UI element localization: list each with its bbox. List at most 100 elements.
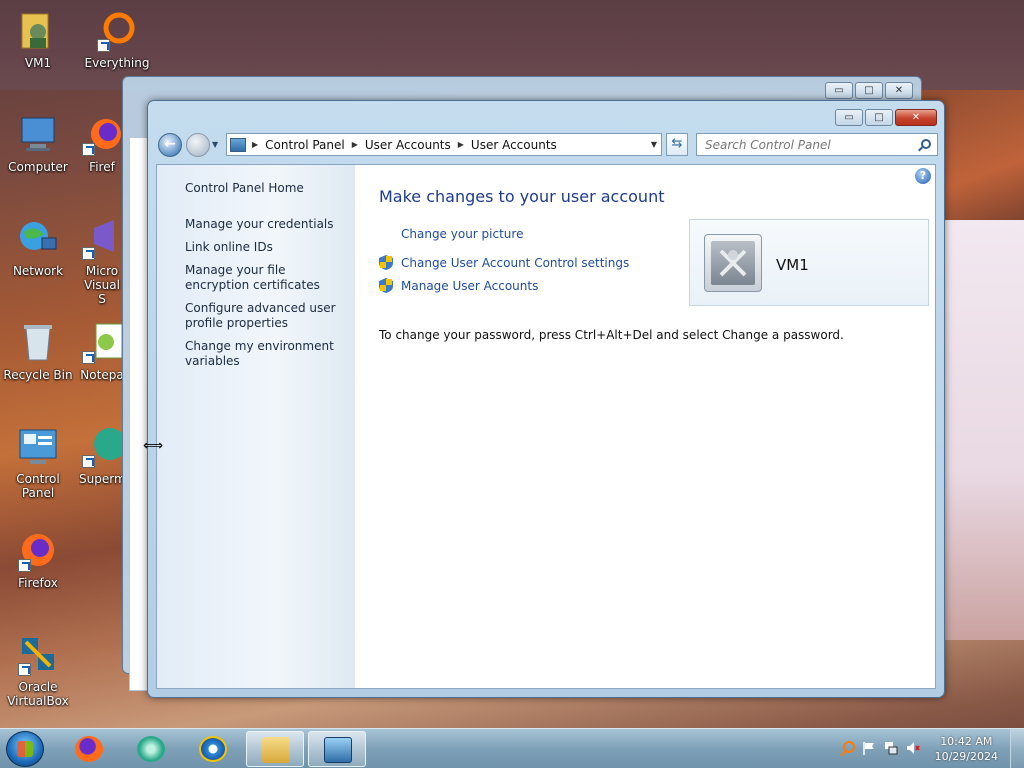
firefox-icon [16,528,60,572]
desktop-icon-computer[interactable]: Computer [0,112,76,174]
avatar [704,234,762,292]
maximize-button[interactable]: □ [865,109,893,126]
desktop-icon-label: Network [12,264,64,278]
breadcrumb-separator-icon[interactable]: ▶ [252,140,258,149]
taskbar: 10:42 AM 10/29/2024 [0,728,1024,768]
user-accounts-window[interactable]: ▭ □ ✕ ← ▼ ▶ Control Panel ▶ User Account… [147,100,945,698]
account-tile: VM1 [689,219,929,306]
shortcut-arrow-icon [82,247,95,260]
start-button[interactable] [6,731,44,767]
main-pane: ? Make changes to your user account Chan… [355,165,935,688]
breadcrumb-separator-icon[interactable]: ▶ [458,140,464,149]
desktop-icon-firefox[interactable]: Firefox [0,528,76,590]
shortcut-arrow-icon [82,143,95,156]
search-tray-icon[interactable] [840,741,855,757]
visual-studio-icon [80,216,124,260]
taskbar-app-orb[interactable] [122,731,180,767]
desktop-icon-label: Computer [8,160,68,174]
folder-icon [262,737,290,763]
desktop-icon-network[interactable]: Network [0,216,76,278]
search-icon[interactable] [921,139,931,149]
address-bar[interactable]: ▶ Control Panel ▶ User Accounts ▶ User A… [226,133,662,156]
breadcrumb-user-accounts[interactable]: User Accounts [365,138,451,152]
window-content: Control Panel Home Manage your credentia… [156,164,936,689]
manage-user-accounts-link[interactable]: Manage User Accounts [401,279,538,293]
desktop-icon-label: Control Panel [16,472,60,500]
recent-pages-arrow-icon[interactable]: ▼ [212,140,218,149]
search-input[interactable]: Search Control Panel [696,133,938,156]
desktop-icon-label: Oracle VirtualBox [7,680,69,708]
back-button[interactable]: ← [158,133,182,157]
close-button[interactable]: ✕ [895,109,937,126]
minimize-button[interactable]: ▭ [825,82,853,99]
resize-cursor-icon: ⟺ [143,438,164,454]
shortcut-arrow-icon [82,455,95,468]
breadcrumb-control-panel[interactable]: Control Panel [265,138,345,152]
desktop-icon-label: Notepa [80,368,124,382]
desktop-icon-recycle-bin[interactable]: Recycle Bin [0,320,76,382]
system-tray: 10:42 AM 10/29/2024 [834,729,1024,768]
left-nav-pane: Control Panel Home Manage your credentia… [157,165,355,688]
desktop-icon-control-panel[interactable]: Control Panel [0,424,76,500]
desktop-icon-label: Superm [79,472,125,486]
forward-button[interactable] [186,133,210,157]
clock-date: 10/29/2024 [934,750,998,763]
nav-link-online-ids[interactable]: Link online IDs [185,240,345,255]
volume-muted-icon[interactable] [906,741,920,755]
uac-settings-link[interactable]: Change User Account Control settings [401,256,629,270]
user-picture-icon [711,241,755,285]
clock[interactable]: 10:42 AM 10/29/2024 [935,734,998,764]
uac-shield-icon [379,255,393,270]
desktop-icon-label: VM1 [24,56,52,70]
nav-control-panel-home[interactable]: Control Panel Home [185,181,345,196]
breadcrumb-separator-icon[interactable]: ▶ [352,140,358,149]
show-desktop-button[interactable] [1010,729,1024,768]
uac-shield-icon [379,278,393,293]
breadcrumb-current[interactable]: User Accounts [471,138,557,152]
action-center-flag-icon[interactable] [862,741,876,755]
desktop-icon-notepad-partial[interactable]: Notepa [79,320,125,382]
desktop-icon-label: Firefox [18,576,58,590]
desktop-icon-superm-partial[interactable]: Superm [79,424,125,486]
shortcut-arrow-icon [82,351,95,364]
account-name: VM1 [776,256,809,274]
nav-manage-credentials[interactable]: Manage your credentials [185,217,345,232]
desktop-icon-label: Micro Visual S [84,264,120,306]
virtualbox-icon [16,632,60,676]
nav-file-encryption-certificates[interactable]: Manage your file encryption certificates [185,263,345,293]
address-dropdown-icon[interactable]: ▼ [651,140,657,149]
taskbar-firefox[interactable] [60,731,118,767]
app-orb-icon [80,424,125,468]
page-title: Make changes to your user account [379,187,665,206]
shortcut-arrow-icon [18,559,31,572]
background-window-content [129,137,149,691]
taskbar-internet-explorer[interactable] [184,731,242,767]
internet-explorer-icon [199,736,227,762]
close-button[interactable]: ✕ [885,82,913,99]
nav-advanced-profile-properties[interactable]: Configure advanced user profile properti… [185,301,345,331]
shortcut-arrow-icon [18,663,31,676]
minimize-button[interactable]: ▭ [835,109,863,126]
taskbar-explorer[interactable] [246,731,304,767]
computer-icon [16,112,60,156]
desktop-icon-virtualbox[interactable]: Oracle VirtualBox [0,632,76,708]
taskbar-control-panel[interactable] [308,731,366,767]
desktop-icon-visual-studio-partial[interactable]: Micro Visual S [79,216,125,306]
desktop-icon-everything[interactable]: Everything [79,8,155,70]
firefox-icon [80,112,124,156]
help-icon[interactable]: ? [915,168,931,184]
desktop-icon-firefox-partial[interactable]: Firef [79,112,125,174]
control-panel-icon [16,424,60,468]
maximize-button[interactable]: □ [855,82,883,99]
search-placeholder: Search Control Panel [705,138,831,152]
refresh-button[interactable]: ⇆ [666,133,688,156]
firefox-icon [75,736,103,762]
control-panel-icon [324,737,352,763]
recycle-bin-icon [16,320,60,364]
nav-environment-variables[interactable]: Change my environment variables [185,339,345,369]
notepad-icon [80,320,124,364]
navigation-bar: ← ▼ ▶ Control Panel ▶ User Accounts ▶ Us… [156,131,938,159]
desktop-icon-vm1[interactable]: VM1 [0,8,76,70]
change-picture-link[interactable]: Change your picture [401,227,523,241]
network-tray-icon[interactable] [884,741,898,755]
